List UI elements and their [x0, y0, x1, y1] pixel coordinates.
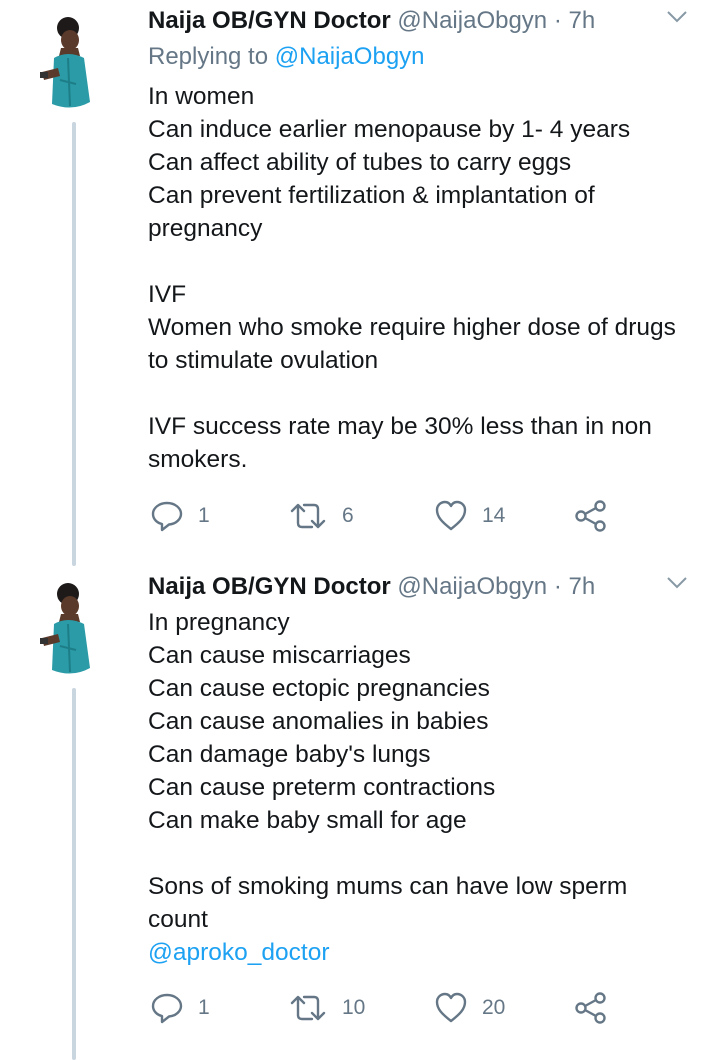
- tweet-actions: 1 6 14: [150, 496, 620, 536]
- tweet-line: IVF: [148, 281, 187, 308]
- tweet-line: Can cause anomalies in babies: [148, 708, 489, 735]
- share-icon: [575, 992, 606, 1024]
- tweet-line: Can damage baby's lungs: [148, 741, 431, 768]
- author-handle[interactable]: @NaijaObgyn: [397, 7, 547, 34]
- tweet-line: [148, 245, 694, 278]
- retweet-button[interactable]: 6: [288, 496, 354, 536]
- tweet-line: Can affect ability of tubes to carry egg…: [148, 149, 572, 176]
- avatar[interactable]: [28, 580, 104, 680]
- tweet-line: [148, 377, 694, 410]
- tweet-line: In women: [148, 83, 255, 110]
- chevron-down-icon[interactable]: [666, 576, 688, 590]
- tweet-header: Naija OB/GYN Doctor @NaijaObgyn · 7h: [148, 572, 704, 602]
- replying-to: Replying to @NaijaObgyn: [148, 42, 425, 72]
- share-button[interactable]: [574, 988, 608, 1028]
- author-name[interactable]: Naija OB/GYN Doctor: [148, 573, 391, 600]
- chevron-down-icon[interactable]: [666, 10, 688, 24]
- thread-connector-line: [72, 688, 76, 1060]
- reply-icon: [151, 993, 183, 1024]
- tweet-line: IVF success rate may be 30% less than in…: [148, 413, 652, 440]
- thread-connector-line: [72, 122, 76, 566]
- author-handle[interactable]: @NaijaObgyn: [397, 573, 547, 600]
- reply-button[interactable]: 1: [150, 988, 210, 1028]
- retweet-count: 6: [342, 504, 354, 527]
- retweet-icon: [290, 995, 326, 1021]
- replying-to-mention[interactable]: @NaijaObgyn: [275, 43, 425, 70]
- tweet-line: Can induce earlier menopause by 1- 4 yea…: [148, 116, 631, 143]
- retweet-count: 10: [342, 996, 366, 1019]
- tweet-line: [148, 837, 694, 870]
- mention-link[interactable]: @aproko_doctor: [148, 936, 694, 969]
- timestamp[interactable]: 7h: [569, 7, 596, 34]
- reply-button[interactable]: 1: [150, 496, 210, 536]
- tweet-line: Sons of smoking mums can have low sperm: [148, 873, 628, 900]
- heart-icon: [435, 500, 467, 531]
- author-name[interactable]: Naija OB/GYN Doctor: [148, 7, 391, 34]
- replying-to-label: Replying to: [148, 43, 269, 70]
- tweet-line: to stimulate ovulation: [148, 347, 379, 374]
- like-count: 14: [482, 504, 506, 527]
- tweet-line: Can cause preterm contractions: [148, 774, 496, 801]
- retweet-icon: [290, 503, 326, 529]
- tweet-line: pregnancy: [148, 215, 263, 242]
- share-icon: [575, 500, 606, 532]
- reply-count: 1: [198, 504, 210, 527]
- like-button[interactable]: 20: [434, 988, 505, 1028]
- tweet-line: Can make baby small for age: [148, 807, 467, 834]
- tweet[interactable]: Naija OB/GYN Doctor @NaijaObgyn · 7h Rep…: [0, 0, 714, 566]
- avatar[interactable]: [28, 14, 104, 114]
- tweet-text: In pregnancy Can cause miscarriages Can …: [148, 606, 694, 969]
- tweet-text: In women Can induce earlier menopause by…: [148, 80, 694, 476]
- avatar-image: [28, 14, 104, 114]
- like-count: 20: [482, 996, 506, 1019]
- tweet[interactable]: Naija OB/GYN Doctor @NaijaObgyn · 7h In …: [0, 566, 714, 1060]
- heart-icon: [435, 992, 467, 1023]
- tweet-line: count: [148, 906, 208, 933]
- tweet-line: Can cause miscarriages: [148, 642, 411, 669]
- retweet-button[interactable]: 10: [288, 988, 365, 1028]
- tweet-line: Can prevent fertilization & implantation…: [148, 182, 595, 209]
- tweet-line: Can cause ectopic pregnancies: [148, 675, 490, 702]
- share-button[interactable]: [574, 496, 608, 536]
- tweet-header: Naija OB/GYN Doctor @NaijaObgyn · 7h: [148, 6, 704, 36]
- tweet-actions: 1 10 20: [150, 988, 620, 1028]
- avatar-image: [28, 580, 104, 680]
- tweet-line: Women who smoke require higher dose of d…: [148, 314, 676, 341]
- like-button[interactable]: 14: [434, 496, 505, 536]
- reply-icon: [151, 501, 183, 532]
- tweet-line: smokers.: [148, 446, 248, 473]
- separator-dot: ·: [553, 573, 562, 600]
- separator-dot: ·: [553, 7, 562, 34]
- timestamp[interactable]: 7h: [569, 573, 596, 600]
- tweet-line: In pregnancy: [148, 609, 290, 636]
- reply-count: 1: [198, 996, 210, 1019]
